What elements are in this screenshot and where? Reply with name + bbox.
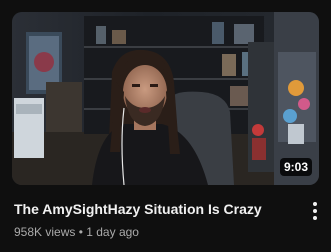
meta-separator: • (75, 225, 87, 239)
upload-age: 1 day ago (86, 225, 139, 239)
duration-badge: 9:03 (279, 158, 312, 176)
more-vertical-icon-dot (313, 216, 317, 220)
video-metadata: 958K views • 1 day ago (14, 224, 139, 240)
more-vertical-icon-dot (313, 209, 317, 213)
video-thumbnail[interactable]: 9:03 (12, 12, 319, 185)
thumbnail-image (12, 12, 319, 185)
video-title[interactable]: The AmySightHazy Situation Is Crazy (14, 200, 294, 218)
more-vertical-icon (313, 202, 317, 206)
view-count: 958K views (14, 225, 76, 239)
more-actions-button[interactable] (305, 199, 325, 223)
